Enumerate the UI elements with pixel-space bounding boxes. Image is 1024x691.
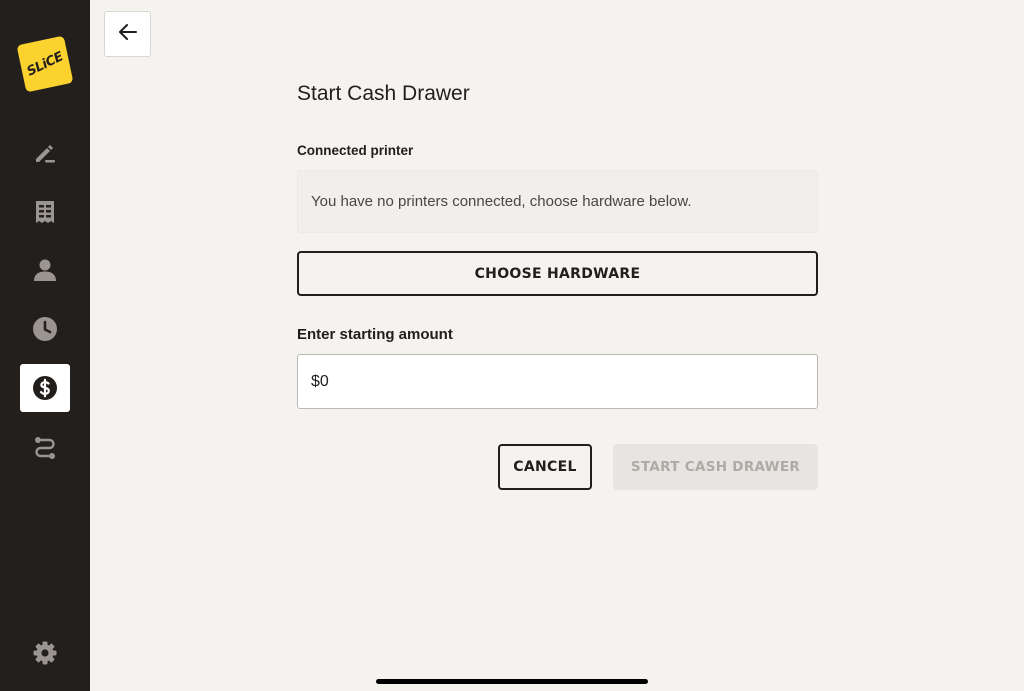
starting-amount-label: Enter starting amount [297, 326, 453, 343]
receipt-icon [33, 199, 57, 225]
connected-printer-label: Connected printer [297, 143, 414, 158]
start-cash-drawer-button[interactable]: START CASH DRAWER [613, 444, 818, 490]
customer-icon [32, 257, 58, 283]
nav-item-cash-drawer[interactable] [20, 364, 70, 412]
starting-amount-value: $0 [311, 372, 329, 390]
nav-item-history[interactable] [20, 305, 70, 353]
printer-status-box: You have no printers connected, choose h… [297, 170, 818, 233]
route-icon [32, 435, 58, 461]
sidebar: SLiCE [0, 0, 90, 691]
nav-item-delivery[interactable] [20, 424, 70, 472]
nav-item-settings[interactable] [20, 629, 70, 677]
logo-text: SLiCE [24, 48, 66, 80]
home-indicator [376, 679, 648, 684]
arrow-left-icon [117, 21, 139, 48]
nav-item-edit[interactable] [20, 129, 70, 177]
app-root: SLiCE Start Cash Drawer Connected printe… [0, 0, 1024, 691]
back-button[interactable] [104, 11, 151, 57]
starting-amount-input[interactable]: $0 [297, 354, 818, 409]
choose-hardware-button[interactable]: CHOOSE HARDWARE [297, 251, 818, 296]
gear-icon [32, 640, 58, 666]
cancel-button[interactable]: CANCEL [498, 444, 592, 490]
edit-icon [32, 140, 58, 166]
nav-item-orders[interactable] [20, 188, 70, 236]
dollar-icon [32, 375, 58, 401]
nav-item-customers[interactable] [20, 246, 70, 294]
clock-icon [32, 316, 58, 342]
page-title: Start Cash Drawer [297, 82, 470, 105]
slice-logo[interactable]: SLiCE [16, 35, 74, 93]
printer-status-message: You have no printers connected, choose h… [311, 193, 692, 210]
